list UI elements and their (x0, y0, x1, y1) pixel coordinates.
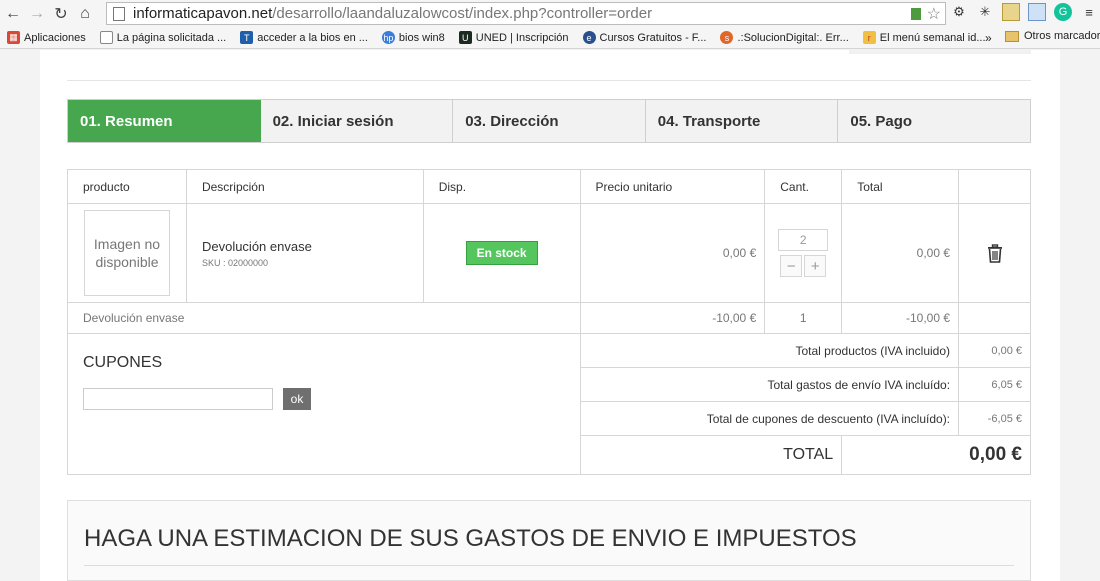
apps-grid-icon: ▦ (7, 31, 20, 44)
product-image-placeholder[interactable]: Imagen no disponible (84, 210, 170, 296)
reload-icon[interactable]: ↻ (50, 3, 72, 25)
other-bookmarks[interactable]: Otros marcadores (1005, 30, 1100, 42)
gift-total: -10,00 € (841, 302, 960, 334)
url-path: /desarrollo/laandaluzalowcost/index.php?… (272, 5, 653, 22)
delete-trash-icon[interactable] (959, 243, 1030, 263)
bookmark-item[interactable]: La página solicitada ... (93, 31, 233, 44)
table-header-row: producto Descripción Disp. Precio unitar… (67, 169, 1031, 204)
bookmark-star-icon[interactable]: ☆ (927, 4, 941, 24)
hp-favicon-icon: hp (381, 31, 395, 44)
divider (67, 80, 1031, 81)
back-arrow-icon[interactable]: ← (2, 3, 24, 25)
total-value: 0,00 € (841, 435, 1031, 475)
site-favicon-icon: e (582, 31, 596, 44)
gift-unit-price: -10,00 € (579, 302, 766, 334)
divider (84, 565, 1014, 566)
summary-label-discounts: Total de cupones de descuento (IVA inclu… (579, 401, 960, 436)
summary-label-shipping: Total gastos de envío IVA incluído: (579, 367, 960, 402)
col-header-total: Total (841, 169, 960, 204)
header-box (849, 50, 1031, 54)
summary-value-products: 0,00 € (958, 333, 1031, 368)
bookmark-item[interactable]: hp bios win8 (375, 31, 452, 44)
address-bar[interactable]: informaticapavon.net/desarrollo/laandalu… (106, 2, 946, 25)
quantity-decrease-button[interactable]: − (780, 255, 803, 277)
site-favicon-icon: s (720, 31, 734, 44)
coupon-section: CUPONES ok (67, 333, 581, 475)
notes-extension-icon[interactable] (1002, 3, 1020, 21)
col-header-availability: Disp. (422, 169, 581, 204)
step-payment[interactable]: 05. Pago (838, 100, 1030, 142)
stock-status-badge: En stock (465, 241, 538, 265)
step-address[interactable]: 03. Dirección (453, 100, 646, 142)
settings-gear-icon[interactable]: ⚙ (950, 3, 968, 21)
extension-bar: ⚙ ✳ G ≡ (950, 3, 1098, 21)
estimate-heading: HAGA UNA ESTIMACION DE SUS GASTOS DE ENV… (84, 525, 857, 552)
gift-product-name: Devolución envase (67, 302, 581, 334)
col-header-actions (958, 169, 1031, 204)
summary-value-shipping: 6,05 € (958, 367, 1031, 402)
quantity-increase-button[interactable]: + (804, 255, 827, 277)
browser-toolbar: ← → ↻ ⌂ informaticapavon.net/desarrollo/… (0, 0, 1100, 27)
total-label: TOTAL (579, 435, 843, 475)
bookmarks-more-chevron[interactable]: » (985, 31, 992, 45)
cart-table: producto Descripción Disp. Precio unitar… (67, 169, 1031, 475)
step-summary[interactable]: 01. Resumen (68, 100, 261, 142)
table-row: Imagen no disponible Devolución envase SK… (67, 203, 1031, 303)
col-header-product: producto (67, 169, 187, 204)
step-login[interactable]: 02. Iniciar sesión (260, 100, 454, 142)
coupon-title: CUPONES (83, 354, 163, 371)
menu-icon[interactable]: ≡ (1080, 3, 1098, 21)
folder-icon (1005, 30, 1019, 42)
forward-arrow-icon[interactable]: → (26, 3, 48, 25)
uned-favicon-icon: U (458, 31, 472, 44)
summary-row: CUPONES ok Total productos (IVA incluido… (67, 333, 1031, 475)
coupon-submit-button[interactable]: ok (283, 388, 311, 410)
summary-label-products: Total productos (IVA incluido) (579, 333, 960, 368)
product-sku: SKU : 02000000 (201, 257, 269, 268)
col-header-quantity: Cant. (764, 169, 843, 204)
bookmark-apps[interactable]: ▦ Aplicaciones (0, 31, 93, 44)
puzzle-extension-icon[interactable]: ✳ (976, 3, 994, 21)
bookmark-item[interactable]: T acceder a la bios en ... (233, 31, 375, 44)
bookmark-item[interactable]: U UNED | Inscripción (452, 31, 576, 44)
checkout-steps: 01. Resumen 02. Iniciar sesión 03. Direc… (67, 99, 1031, 143)
page-icon (99, 31, 113, 44)
summary-value-discounts: -6,05 € (958, 401, 1031, 436)
table-row: Devolución envase -10,00 € 1 -10,00 € (67, 302, 1031, 334)
rtve-favicon-icon: r (862, 31, 876, 44)
product-name-link[interactable]: Devolución envase (202, 239, 423, 254)
url-host: informaticapavon.net (133, 5, 273, 22)
bookmark-item[interactable]: s .:SolucionDigital:. Err... (713, 31, 855, 44)
line-total: 0,00 € (841, 203, 960, 303)
quantity-input[interactable]: 2 (778, 229, 829, 251)
col-header-description: Descripción (185, 169, 424, 204)
home-icon[interactable]: ⌂ (74, 3, 96, 25)
shipping-estimate-section: HAGA UNA ESTIMACION DE SUS GASTOS DE ENV… (67, 500, 1031, 581)
extension-flag-icon[interactable] (910, 8, 921, 20)
bookmark-item[interactable]: e Cursos Gratuitos - F... (576, 31, 714, 44)
grammarly-icon[interactable]: G (1054, 3, 1072, 21)
page-icon (113, 6, 125, 21)
page-content: 01. Resumen 02. Iniciar sesión 03. Direc… (40, 50, 1060, 581)
coupon-code-input[interactable] (83, 388, 273, 410)
col-header-unit-price: Precio unitario (579, 169, 766, 204)
bookmarks-bar: ▦ Aplicaciones La página solicitada ... … (0, 27, 1100, 49)
unit-price: 0,00 € (579, 203, 766, 303)
bookmark-item[interactable]: r El menú semanal id... (856, 31, 993, 44)
image-extension-icon[interactable] (1028, 3, 1046, 21)
site-favicon-icon: T (240, 31, 254, 44)
step-shipping[interactable]: 04. Transporte (645, 100, 839, 142)
gift-quantity: 1 (764, 302, 843, 334)
